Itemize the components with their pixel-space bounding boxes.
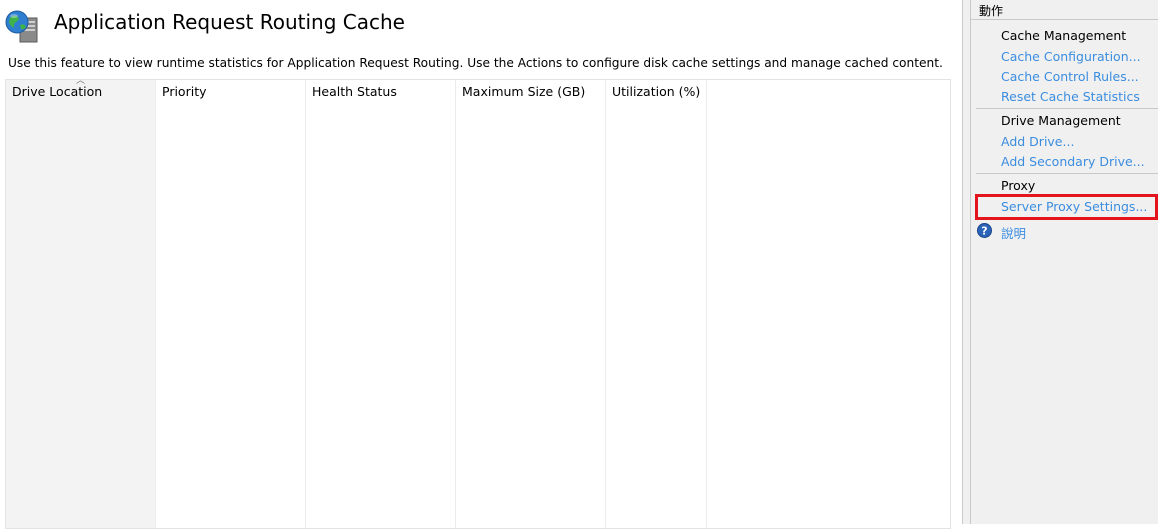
actions-header: 動作 (971, 0, 1158, 20)
red-highlight-box (975, 194, 1158, 220)
pane-splitter[interactable] (962, 0, 971, 524)
cache-statistics-table: ︿ Drive Location Priority Health Status … (5, 77, 951, 529)
group-title-cache-management: Cache Management (1001, 28, 1127, 43)
actions-pane: 動作 Cache Management Cache Configuration.… (971, 0, 1158, 524)
page-description: Use this feature to view runtime statist… (8, 56, 943, 70)
column-header-health-status[interactable]: Health Status (312, 84, 397, 99)
column-utilization[interactable]: Utilization (%) (606, 80, 707, 528)
column-priority[interactable]: Priority (156, 80, 306, 528)
actions-header-label: 動作 (979, 4, 1004, 18)
globe-server-icon (5, 9, 39, 43)
column-drive-location[interactable]: ︿ Drive Location (6, 77, 156, 528)
column-header-priority[interactable]: Priority (162, 84, 207, 99)
cache-configuration-link[interactable]: Cache Configuration... (1001, 49, 1141, 64)
help-link[interactable]: 說明 (1001, 223, 1026, 242)
reset-cache-statistics-link[interactable]: Reset Cache Statistics (1001, 89, 1140, 104)
group-title-drive-management: Drive Management (1001, 113, 1121, 128)
column-health-status[interactable]: Health Status (306, 80, 456, 528)
column-header-drive-location[interactable]: Drive Location (12, 84, 102, 99)
cache-control-rules-link[interactable]: Cache Control Rules... (1001, 69, 1139, 84)
column-header-maximum-size[interactable]: Maximum Size (GB) (462, 84, 585, 99)
help-icon: ? (977, 223, 992, 238)
page-title: Application Request Routing Cache (54, 10, 405, 34)
column-header-utilization[interactable]: Utilization (%) (612, 84, 700, 99)
column-maximum-size[interactable]: Maximum Size (GB) (456, 80, 606, 528)
group-separator (976, 173, 1158, 174)
main-pane: Application Request Routing Cache Use th… (0, 0, 960, 529)
group-separator (976, 108, 1158, 109)
svg-text:?: ? (981, 225, 987, 238)
group-title-proxy: Proxy (1001, 178, 1036, 193)
add-secondary-drive-link[interactable]: Add Secondary Drive... (1001, 154, 1145, 169)
add-drive-link[interactable]: Add Drive... (1001, 134, 1074, 149)
